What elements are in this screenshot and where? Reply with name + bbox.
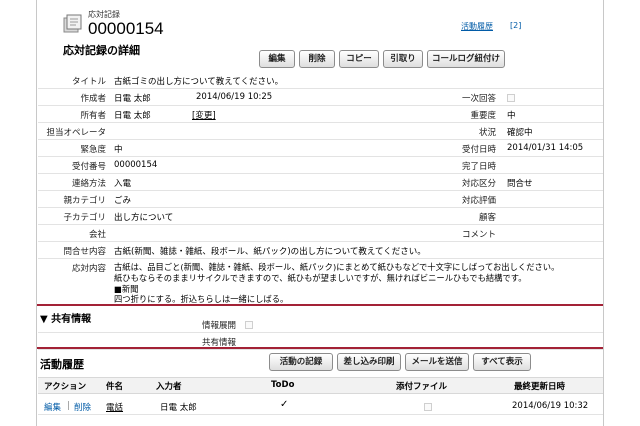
col-subject: 件名 <box>106 382 124 392</box>
info-expand-checkbox <box>245 321 253 329</box>
delete-button[interactable]: 削除 <box>299 50 335 68</box>
row-delete-link[interactable]: 削除 <box>74 401 91 413</box>
contact-method-label: 連絡方法 <box>71 179 106 189</box>
row-subject-link[interactable]: 電話 <box>106 401 123 413</box>
row-attachment-checkbox <box>424 403 432 411</box>
col-action: アクション <box>44 382 87 392</box>
operator-label: 担当オペレータ <box>46 128 106 138</box>
row-edit-link[interactable]: 編集 <box>44 401 61 413</box>
urgency-value: 中 <box>114 145 123 155</box>
info-expand-label: 情報展開 <box>201 321 236 331</box>
response-type-value: 問合せ <box>507 179 533 189</box>
parent-category-label: 親カテゴリ <box>63 196 106 206</box>
importance-label: 重要度 <box>470 111 496 121</box>
field-row-parent-category: 親カテゴリ ごみ 対応評価 <box>38 191 603 208</box>
row-entered-by: 日電 太郎 <box>160 403 197 413</box>
col-entered-by: 入力者 <box>156 382 182 392</box>
child-category-value: 出し方について <box>114 213 174 223</box>
received-label: 受付日時 <box>461 145 496 155</box>
urgency-label: 緊急度 <box>80 145 106 155</box>
child-category-label: 子カテゴリ <box>63 213 106 223</box>
section-divider <box>37 304 603 306</box>
contact-method-value: 入電 <box>114 179 132 189</box>
received-value: 2014/01/31 14:05 <box>507 143 584 153</box>
customer-label: 顧客 <box>478 213 496 223</box>
field-row-owner: 所有者 日電 太郎 [変更] 重要度 中 <box>38 106 603 123</box>
page-title: 応対記録の詳細 <box>63 44 140 57</box>
copy-button[interactable]: コピー <box>339 50 379 68</box>
owner-label: 所有者 <box>80 111 106 121</box>
status-value: 確認中 <box>507 128 533 138</box>
response-line: 紙ひもならそのままリサイクルできますので、紙ひもが望ましいですが、無ければビニー… <box>114 273 527 283</box>
receipt-no-value: 00000154 <box>114 160 158 170</box>
row-last-updated: 2014/06/19 10:32 <box>512 401 589 411</box>
activity-history-link[interactable]: 活動履歴 <box>461 21 493 32</box>
send-mail-button[interactable]: メールを送信 <box>405 353 469 371</box>
field-row-inquiry: 問合せ内容 古紙(新聞、雑誌・雑紙、段ボール、紙パック)の出し方について教えてく… <box>38 242 603 259</box>
importance-value: 中 <box>507 111 516 121</box>
field-row-creator: 作成者 日電 太郎 2014/06/19 10:25 一次回答 <box>38 89 603 106</box>
field-row-receipt-no: 受付番号 00000154 完了日時 <box>38 157 603 174</box>
response-label: 応対内容 <box>71 264 106 274</box>
withdraw-button[interactable]: 引取り <box>383 50 423 68</box>
field-row-contact-method: 連絡方法 入電 対応区分 問合せ <box>38 174 603 191</box>
field-row-info-expand: 情報展開 <box>38 316 603 333</box>
record-number: 00000154 <box>88 19 164 38</box>
field-row-response: 応対内容 古紙は、品目ごと(新聞、雑誌・雑紙、段ボール、紙パック)にまとめて紙ひ… <box>38 259 603 304</box>
col-attachment: 添付ファイル <box>396 382 448 392</box>
comment-label: コメント <box>461 230 496 240</box>
link-call-log-button[interactable]: コールログ紐付け <box>427 50 505 68</box>
field-row-company: 会社 コメント <box>38 225 603 242</box>
inquiry-value: 古紙(新聞、雑誌・雑紙、段ボール、紙パック)の出し方について教えてください。 <box>114 247 426 257</box>
company-label: 会社 <box>88 230 106 240</box>
title-value: 古紙ゴミの出し方について教えてください。 <box>114 77 284 87</box>
activity-divider <box>37 347 603 349</box>
row-todo-check-icon: ✓ <box>280 399 289 410</box>
show-all-button[interactable]: すべて表示 <box>473 353 531 371</box>
title-label: タイトル <box>71 77 106 87</box>
parent-category-value: ごみ <box>114 196 132 206</box>
field-row-child-category: 子カテゴリ 出し方について 顧客 <box>38 208 603 225</box>
field-row-urgency: 緊急度 中 受付日時 2014/01/31 14:05 <box>38 140 603 157</box>
owner-change-link[interactable]: [変更] <box>192 109 216 121</box>
inquiry-label: 問合せ内容 <box>63 247 106 257</box>
response-type-label: 対応区分 <box>461 179 496 189</box>
first-response-label: 一次回答 <box>461 94 496 104</box>
owner-value[interactable]: 日電 太郎 <box>114 109 151 121</box>
receipt-no-label: 受付番号 <box>71 162 106 172</box>
row-action-divider: | <box>67 401 70 411</box>
field-row-operator: 担当オペレータ 状況 確認中 <box>38 123 603 140</box>
mail-merge-button[interactable]: 差し込み印刷 <box>337 353 401 371</box>
creator-value: 日電 太郎 <box>114 94 151 104</box>
edit-button[interactable]: 編集 <box>259 50 295 68</box>
activity-history-count[interactable]: [2] <box>510 21 521 30</box>
status-label: 状況 <box>478 128 496 138</box>
log-activity-button[interactable]: 活動の記録 <box>269 353 333 371</box>
first-response-checkbox <box>507 94 515 102</box>
activity-history-title: 活動履歴 <box>40 358 84 371</box>
field-row-title: タイトル 古紙ゴミの出し方について教えてください。 <box>38 72 603 89</box>
record-icon <box>63 14 82 33</box>
completed-label: 完了日時 <box>461 162 496 172</box>
response-eval-label: 対応評価 <box>461 196 496 206</box>
col-todo: ToDo <box>271 380 295 390</box>
creator-date: 2014/06/19 10:25 <box>196 92 273 102</box>
col-last-updated: 最終更新日時 <box>514 382 566 392</box>
creator-label: 作成者 <box>80 94 106 104</box>
